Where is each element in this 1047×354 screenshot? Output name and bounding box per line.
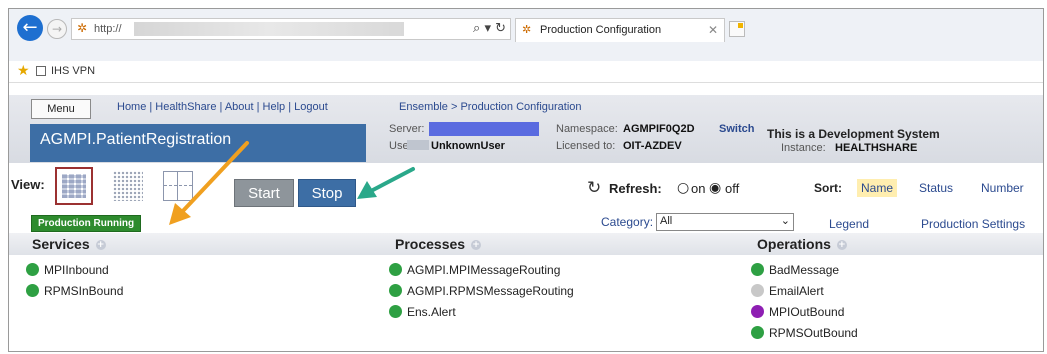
- favorites-star-icon[interactable]: ★: [17, 63, 30, 79]
- refresh-on-radio[interactable]: ○: [677, 180, 689, 196]
- tab-production-configuration[interactable]: ✲ Production Configuration ✕: [515, 18, 725, 42]
- add-service-icon[interactable]: +: [95, 240, 106, 250]
- status-dot-icon: [389, 284, 402, 297]
- refresh-on-label: on: [691, 181, 706, 196]
- favorite-page-icon: [36, 66, 46, 76]
- category-label: Category:: [601, 215, 654, 229]
- status-dot-icon: [751, 305, 764, 318]
- server-label: Server:: [389, 123, 425, 135]
- operations-title: Operations: [757, 236, 831, 252]
- item-label: Ens.Alert: [407, 305, 456, 319]
- item-label: EmailAlert: [769, 284, 824, 298]
- address-bar[interactable]: ✲ http:// ⌕ ▾ ↻: [71, 18, 511, 40]
- back-arrow-icon[interactable]: ←: [17, 15, 43, 41]
- view-dots-button[interactable]: [109, 167, 147, 205]
- services-title: Services: [32, 236, 90, 252]
- status-dot-icon: [26, 284, 39, 297]
- address-controls-icon[interactable]: ⌕ ▾ ↻: [473, 21, 506, 36]
- category-select[interactable]: All ⌄: [656, 213, 794, 231]
- sort-number[interactable]: Number: [977, 179, 1028, 197]
- processes-title: Processes: [395, 236, 466, 252]
- server-redacted: [429, 122, 539, 136]
- namespace-label: Namespace:: [556, 123, 618, 135]
- tab-title: Production Configuration: [540, 24, 662, 36]
- favorite-ihs-vpn[interactable]: IHS VPN: [51, 65, 95, 77]
- refresh-label: Refresh:: [609, 181, 662, 196]
- item-label: AGMPI.RPMSMessageRouting: [407, 284, 574, 298]
- production-settings-link[interactable]: Production Settings: [921, 217, 1025, 231]
- refresh-off-radio[interactable]: ◉: [709, 180, 721, 196]
- favorites-bar: ★ IHS VPN: [9, 61, 1043, 83]
- user-value: UnknownUser: [431, 140, 505, 152]
- instance-label: Instance:: [781, 142, 826, 154]
- add-operation-icon[interactable]: +: [836, 240, 847, 250]
- instance-value: HEALTHSHARE: [835, 142, 918, 154]
- site-icon: ✲: [77, 21, 88, 35]
- teal-annotation-arrow: [357, 167, 415, 199]
- dots-view-icon: [113, 171, 143, 201]
- refresh-off-label: off: [725, 181, 740, 196]
- sort-label: Sort:: [814, 181, 842, 195]
- breadcrumb[interactable]: Ensemble > Production Configuration: [399, 101, 582, 113]
- view-label: View:: [11, 177, 45, 192]
- refresh-icon[interactable]: ↻: [587, 178, 601, 198]
- sort-status[interactable]: Status: [915, 179, 957, 197]
- close-icon[interactable]: ✕: [708, 23, 718, 37]
- item-label: BadMessage: [769, 263, 840, 277]
- tab-site-icon: ✲: [522, 23, 532, 36]
- item-label: RPMSOutBound: [769, 326, 858, 340]
- status-dot-icon: [751, 326, 764, 339]
- status-dot-icon: [389, 263, 402, 276]
- production-running-badge: Production Running: [31, 215, 142, 232]
- browser-toolbar: ← → ✲ http:// ⌕ ▾ ↻ ✲ Production Configu…: [9, 9, 1043, 61]
- view-grid-button[interactable]: [55, 167, 93, 205]
- item-label: AGMPI.MPIMessageRouting: [407, 263, 561, 277]
- legend-link[interactable]: Legend: [829, 217, 869, 231]
- switch-link[interactable]: Switch: [719, 123, 754, 135]
- status-dot-icon: [751, 263, 764, 276]
- category-value: All: [660, 215, 673, 227]
- services-header[interactable]: Services +: [32, 236, 106, 252]
- add-process-icon[interactable]: +: [471, 240, 482, 250]
- sort-name[interactable]: Name: [857, 179, 898, 197]
- operations-header[interactable]: Operations +: [757, 236, 847, 252]
- item-label: MPIInbound: [44, 263, 109, 277]
- namespace-value: AGMPIF0Q2D: [623, 123, 695, 135]
- address-redacted: [134, 22, 404, 36]
- status-dot-icon: [389, 305, 402, 318]
- status-dot-icon: [26, 263, 39, 276]
- status-dot-icon: [751, 284, 764, 297]
- top-links[interactable]: Home | HealthShare | About | Help | Logo…: [117, 101, 328, 113]
- forward-arrow-icon[interactable]: →: [47, 19, 67, 39]
- grid-view-icon: [62, 174, 86, 198]
- stop-button[interactable]: Stop: [298, 179, 356, 207]
- licensed-value: OIT-AZDEV: [623, 140, 682, 152]
- menu-button[interactable]: Menu: [31, 99, 91, 119]
- item-label: RPMSInBound: [44, 284, 124, 298]
- licensed-label: Licensed to:: [556, 140, 616, 152]
- chevron-down-icon: ⌄: [780, 214, 790, 227]
- new-tab-icon[interactable]: [729, 21, 745, 37]
- user-redacted: [407, 140, 429, 150]
- dev-system-notice: This is a Development System: [767, 127, 940, 141]
- item-label: MPIOutBound: [769, 305, 845, 319]
- browser-window: ← → ✲ http:// ⌕ ▾ ↻ ✲ Production Configu…: [8, 8, 1044, 352]
- processes-header[interactable]: Processes +: [395, 236, 482, 252]
- column-headers: Services + Processes + Operations +: [9, 233, 1043, 255]
- orange-annotation-arrow: [169, 141, 249, 225]
- address-url: http://: [94, 23, 122, 35]
